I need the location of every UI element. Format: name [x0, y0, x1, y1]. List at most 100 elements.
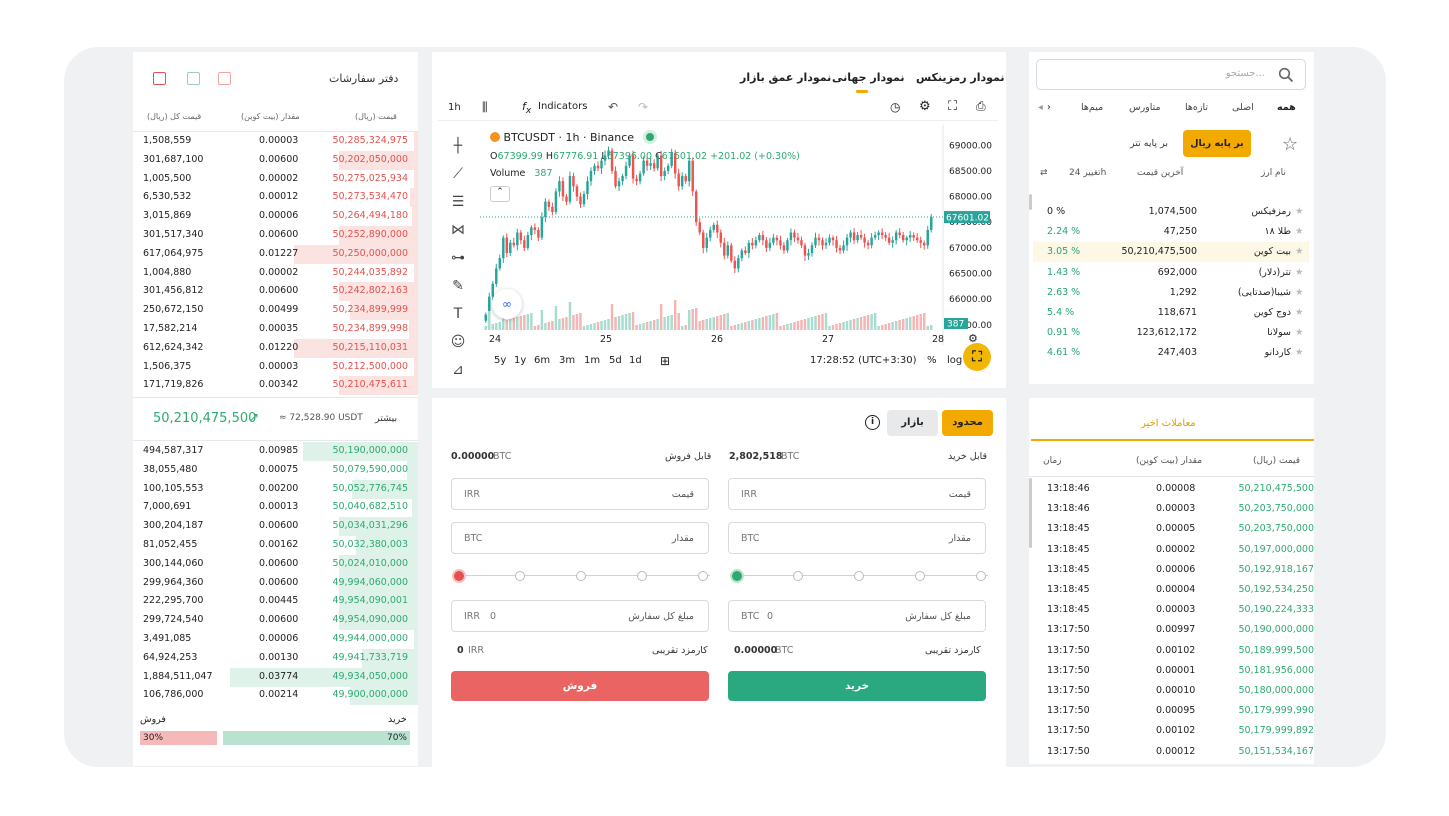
market-row[interactable]: ★ سولانا 123,612,172 0.91 % — [1033, 323, 1309, 343]
bid-row[interactable]: 49,954,090,001 0.00445 222,295,700 — [133, 592, 418, 612]
market-row[interactable]: ★ کاردانو 247,403 4.61 % — [1033, 343, 1309, 363]
star-icon[interactable]: ★ — [1295, 287, 1304, 298]
limit-tab[interactable]: محدود — [942, 410, 993, 436]
ask-row[interactable]: 50,285,324,975 0.00003 1,508,559 — [133, 132, 418, 151]
search-icon[interactable] — [1278, 67, 1294, 83]
range-5d[interactable]: 5d — [609, 355, 622, 366]
tab-metaverse[interactable]: متاورس — [1129, 102, 1161, 113]
ask-row[interactable]: 50,215,110,031 0.01220 612,624,342 — [133, 338, 418, 358]
trades-title[interactable]: معاملات اخیر — [1141, 418, 1196, 429]
range-1d[interactable]: 1d — [629, 355, 642, 366]
more-link[interactable]: بیشتر — [375, 413, 397, 424]
undo-icon[interactable]: ↶ — [608, 100, 618, 114]
camera-icon[interactable]: ⎙ — [976, 99, 986, 114]
crosshair-icon[interactable]: ┼ — [446, 132, 470, 160]
sell-amount-field[interactable]: مقدار BTC — [451, 522, 709, 554]
ask-row[interactable]: 50,234,899,999 0.00499 250,672,150 — [133, 301, 418, 321]
bid-row[interactable]: 49,954,090,000 0.00600 299,724,540 — [133, 611, 418, 631]
range-3m[interactable]: 3m — [559, 355, 575, 366]
tradingview-logo-icon[interactable]: ∞ — [492, 289, 522, 319]
bid-row[interactable]: 49,941,733,719 0.00130 64,924,253 — [133, 648, 418, 668]
tabs-scroll-right-icon[interactable]: › — [1047, 102, 1051, 113]
buy-total-field[interactable]: مبلغ کل سفارش BTC 0 — [728, 600, 986, 632]
range-1m[interactable]: 1m — [584, 355, 600, 366]
expand-chart-button[interactable]: ⛶ — [963, 343, 991, 371]
market-row[interactable]: ★ طلا ۱۸ 47,250 2.24 % — [1033, 222, 1309, 242]
star-icon[interactable]: ★ — [1295, 347, 1304, 358]
redo-icon[interactable]: ↷ — [638, 100, 648, 114]
bid-row[interactable]: 50,034,031,296 0.00600 300,204,187 — [133, 517, 418, 537]
search-box[interactable]: جستجو... — [1036, 59, 1306, 90]
ask-row[interactable]: 50,210,475,611 0.00342 171,719,826 — [133, 376, 418, 396]
view-asks-icon[interactable] — [218, 72, 231, 85]
indicators-button[interactable]: Indicators — [538, 101, 587, 112]
percent-toggle[interactable]: % — [927, 355, 937, 366]
star-icon[interactable]: ★ — [1295, 327, 1304, 338]
market-row[interactable]: ★ شیبا(صدتایی) 1,292 2.63 % — [1033, 283, 1309, 303]
goto-date-icon[interactable]: ⊞ — [660, 354, 670, 368]
ask-row[interactable]: 50,202,050,000 0.00600 301,687,100 — [133, 150, 418, 170]
base-rial-button[interactable]: بر پایه ریال — [1183, 130, 1251, 157]
ask-row[interactable]: 50,250,000,000 0.01227 617,064,975 — [133, 244, 418, 264]
fullscreen-icon[interactable]: ⛶ — [948, 99, 957, 114]
projection-icon[interactable]: ⊶ — [446, 244, 470, 272]
text-icon[interactable]: T — [446, 300, 470, 328]
market-row[interactable]: ★ رمزفیکس 1,074,500 0 % — [1033, 202, 1309, 222]
settings-icon[interactable]: ⚙ — [919, 99, 931, 114]
star-icon[interactable]: ★ — [1295, 206, 1304, 217]
sell-price-field[interactable]: قیمت IRR — [451, 478, 709, 510]
tabs-scroll-left-icon[interactable]: ◂ — [1038, 102, 1043, 113]
buy-amount-slider[interactable] — [730, 569, 992, 583]
candle-type-icon[interactable]: ⫼ — [482, 100, 488, 115]
tab-main[interactable]: اصلی — [1232, 102, 1254, 113]
search-input[interactable]: جستجو... — [1226, 68, 1265, 79]
alert-icon[interactable]: ◷ — [890, 100, 900, 114]
view-both-icon[interactable] — [153, 72, 166, 85]
bid-row[interactable]: 50,032,380,003 0.00162 81,052,455 — [133, 536, 418, 555]
fx-icon[interactable]: fx — [522, 100, 531, 116]
emoji-icon[interactable]: ☺ — [446, 328, 470, 356]
ask-row[interactable]: 50,212,500,000 0.00003 1,506,375 — [133, 357, 418, 377]
bid-row[interactable]: 49,934,050,000 0.03774 1,884,511,047 — [133, 667, 418, 687]
sell-button[interactable]: فروش — [451, 671, 709, 701]
tab-global-chart[interactable]: نمودار جهانی — [832, 71, 905, 84]
base-tether-button[interactable]: بر پایه تتر — [1115, 130, 1183, 157]
ask-row[interactable]: 50,264,494,180 0.00006 3,015,869 — [133, 207, 418, 227]
favorite-star-icon[interactable]: ☆ — [1282, 134, 1298, 155]
buy-price-field[interactable]: قیمت IRR — [728, 478, 986, 510]
bid-row[interactable]: 50,052,776,745 0.00200 100,105,553 — [133, 479, 418, 499]
bid-row[interactable]: 50,040,682,510 0.00013 7,000,691 — [133, 498, 418, 518]
tab-depth-chart[interactable]: نمودار عمق بازار — [740, 71, 831, 84]
sell-amount-slider[interactable] — [452, 569, 714, 583]
trendline-icon[interactable]: ⟋ — [446, 160, 470, 188]
bid-row[interactable]: 49,994,060,000 0.00600 299,964,360 — [133, 573, 418, 593]
star-icon[interactable]: ★ — [1295, 246, 1304, 257]
star-icon[interactable]: ★ — [1295, 307, 1304, 318]
brush-icon[interactable]: ✎ — [446, 272, 470, 300]
bid-row[interactable]: 49,900,000,000 0.00214 106,786,000 — [133, 686, 418, 706]
market-tab[interactable]: بازار — [887, 410, 938, 436]
tab-new[interactable]: تازه‌ها — [1185, 102, 1208, 113]
bid-row[interactable]: 50,079,590,000 0.00075 38,055,480 — [133, 460, 418, 480]
col-name-header[interactable]: نام ارز — [1261, 168, 1286, 178]
range-1y[interactable]: 1y — [514, 355, 526, 366]
range-6m[interactable]: 6m — [534, 355, 550, 366]
log-toggle[interactable]: log — [947, 355, 962, 366]
price-chart[interactable]: 69000.0068500.0068000.0067500.0067000.00… — [480, 125, 1000, 347]
bid-row[interactable]: 49,944,000,000 0.00006 3,491,085 — [133, 630, 418, 649]
fib-icon[interactable]: ☰ — [446, 188, 470, 216]
ask-row[interactable]: 50,275,025,934 0.00002 1,005,500 — [133, 169, 418, 189]
scrollbar[interactable] — [1029, 194, 1032, 210]
star-icon[interactable]: ★ — [1295, 226, 1304, 237]
pattern-icon[interactable]: ⋈ — [446, 216, 470, 244]
col-price-header[interactable]: آخرین قیمت — [1137, 168, 1183, 178]
market-row[interactable]: ★ بیت کوین 50,210,475,500 3.05 % — [1033, 242, 1309, 263]
tab-all[interactable]: همه — [1277, 102, 1296, 113]
range-5y[interactable]: 5y — [494, 355, 506, 366]
bid-row[interactable]: 50,190,000,000 0.00985 494,587,317 — [133, 442, 418, 461]
ask-row[interactable]: 50,244,035,892 0.00002 1,004,880 — [133, 263, 418, 283]
ask-row[interactable]: 50,234,899,998 0.00035 17,582,214 — [133, 320, 418, 339]
ask-row[interactable]: 50,252,890,000 0.00600 301,517,340 — [133, 226, 418, 245]
sell-total-field[interactable]: مبلغ کل سفارش IRR 0 — [451, 600, 709, 632]
market-row[interactable]: ★ دوج کوین 118,671 5.4 % — [1033, 303, 1309, 323]
